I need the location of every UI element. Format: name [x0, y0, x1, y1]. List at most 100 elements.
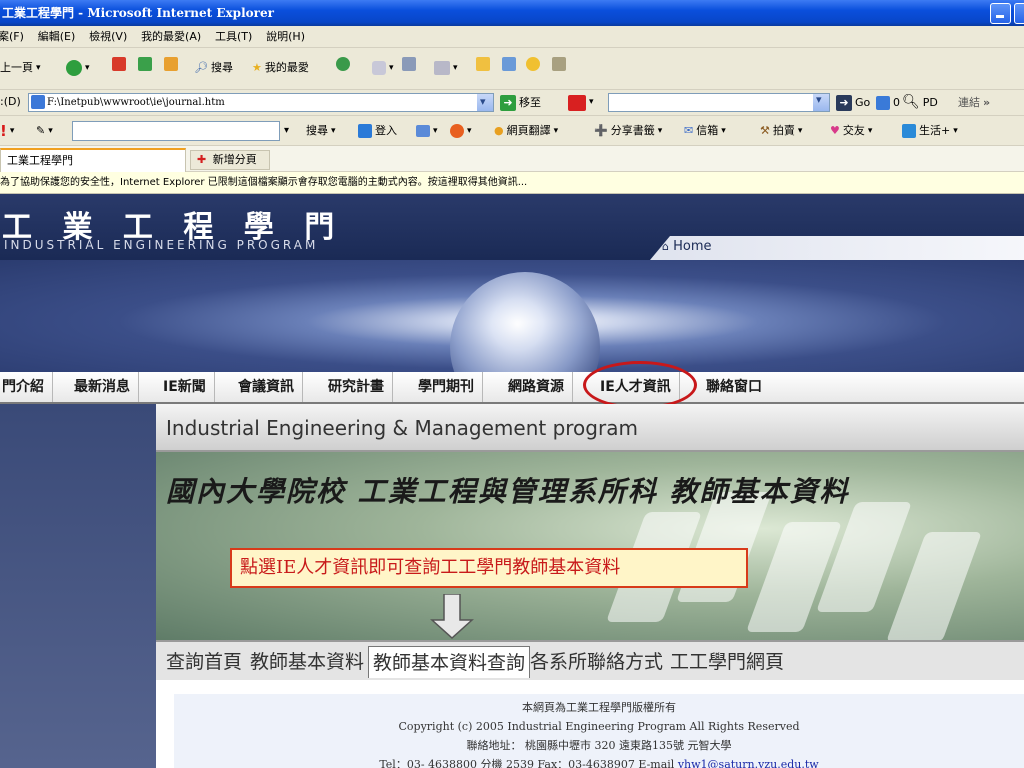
research-button[interactable] [552, 57, 566, 71]
main-nav: 門介紹 最新消息 IE新聞 會議資訊 研究計畫 學門期刊 網路資源 IE人才資訊… [0, 372, 1024, 404]
menu-tools[interactable]: 工具(T) [215, 26, 252, 48]
history-button[interactable] [336, 57, 350, 71]
plus-icon: ✚ [197, 153, 207, 166]
menu-view[interactable]: 檢視(V) [89, 26, 127, 48]
bookmarks-button[interactable]: ➕ 分享書籤 ▾ [594, 123, 662, 139]
translate-icon: ● [494, 124, 504, 137]
nav-intro[interactable]: 門介紹 [0, 372, 53, 402]
bookmark-icon: ➕ [594, 124, 608, 137]
yahoo-menu-button[interactable]: ! ▾ [0, 123, 14, 139]
window-title: 工業工程學門 - Microsoft Internet Explorer [2, 6, 274, 20]
favorites-button[interactable]: ★ 我的最愛 [252, 57, 309, 79]
layout-button[interactable]: ▾ [416, 123, 438, 139]
window-titlebar: 工業工程學門 - Microsoft Internet Explorer [0, 0, 1024, 26]
search-button[interactable]: 🔎︎ 搜尋 [194, 57, 233, 79]
translate-button[interactable]: ● 網頁翻譯 ▾ [494, 123, 558, 139]
globe-banner [0, 260, 1024, 372]
refresh-icon [138, 57, 152, 71]
maximize-button[interactable] [1014, 3, 1024, 24]
go-label: 移至 [519, 96, 541, 109]
refresh-button[interactable] [138, 57, 152, 71]
go2-button[interactable]: ➜ Go [836, 93, 870, 112]
folder-button[interactable] [476, 57, 490, 71]
home-link[interactable]: ⌂ Home [662, 239, 712, 254]
yahoo-exclaim-icon: ! [0, 122, 7, 140]
nav-research[interactable]: 研究計畫 [320, 372, 393, 402]
life-label: 生活+ [919, 124, 951, 137]
footer: 本網頁為工業工程學門版權所有 Copyright (c) 2005 Indust… [174, 694, 1024, 768]
edit-button[interactable]: ▾ [434, 57, 458, 79]
subnav-query-home[interactable]: 查詢首頁 [162, 646, 246, 678]
home-icon-small: ⌂ [662, 240, 669, 253]
favorites-label: 我的最愛 [264, 61, 309, 74]
forward-button[interactable]: ▾ [66, 57, 90, 79]
messenger-button[interactable] [502, 57, 516, 71]
life-button[interactable]: 生活+ ▾ [902, 123, 958, 139]
back-label: 上一頁 [0, 61, 33, 74]
history-icon [336, 57, 350, 71]
links-button[interactable]: 連結» [958, 93, 990, 112]
mail-button[interactable]: ▾ [372, 57, 394, 79]
nav-contact[interactable]: 聯絡窗口 [698, 372, 770, 402]
footer-phone: Tel：03- 4638800 分機 2539 Fax：03-4638907 E… [379, 758, 675, 768]
menu-edit[interactable]: 編輯(E) [38, 26, 76, 48]
yahoo-mail-button[interactable]: ✉ 信箱 ▾ [684, 123, 726, 139]
back-button[interactable]: 上一頁 ▾ [0, 57, 41, 79]
go2-arrow-icon: ➜ [836, 94, 852, 111]
nav-journals[interactable]: 學門期刊 [410, 372, 483, 402]
nav-news[interactable]: 最新消息 [66, 372, 139, 402]
security-infobar[interactable]: 為了協助保護您的安全性，Internet Explorer 已限制這個檔案顯示會… [0, 172, 1024, 194]
tab-active[interactable]: 工業工程學門 [0, 148, 186, 172]
menu-favorites[interactable]: 我的最愛(A) [141, 26, 201, 48]
menu-file[interactable]: 案(F) [0, 26, 24, 48]
friends-button[interactable]: ♥ 交友 ▾ [830, 123, 872, 139]
edit-icon [434, 61, 450, 75]
popup-button[interactable]: ▾ [450, 123, 472, 139]
menu-help[interactable]: 說明(H) [266, 26, 305, 48]
toolbar-search-dropdown-icon[interactable] [813, 93, 829, 111]
yahoo-search-input[interactable] [72, 121, 280, 141]
address-dropdown-icon[interactable] [477, 93, 493, 111]
footer-contact: Tel：03- 4638800 分機 2539 Fax：03-4638907 E… [174, 755, 1024, 768]
highlight-button[interactable]: ✎ ▾ [36, 123, 53, 139]
yahoo-search-dropdown[interactable]: ▾ [284, 123, 289, 139]
login-button[interactable]: 登入 [358, 123, 397, 139]
yahoo-search-button[interactable]: 搜尋 ▾ [306, 123, 336, 139]
subnav-dept-contact[interactable]: 各系所聯絡方式 [526, 646, 667, 678]
nav-resources[interactable]: 網路資源 [500, 372, 573, 402]
site-subtitle: INDUSTRIAL ENGINEERING PROGRAM [4, 238, 319, 252]
subnav-ie-website[interactable]: 工工學門網頁 [666, 646, 788, 678]
counter-button[interactable]: 0 [876, 93, 900, 112]
menu-bar: 案(F) 編輯(E) 檢視(V) 我的最愛(A) 工具(T) 說明(H) [0, 26, 1024, 48]
footer-email-link[interactable]: yhw1@saturn.yzu.edu.tw [678, 758, 819, 768]
auction-button[interactable]: ⚒ 拍賣 ▾ [760, 123, 802, 139]
nav-conferences[interactable]: 會議資訊 [230, 372, 303, 402]
subnav-faculty-data[interactable]: 教師基本資料 [246, 646, 368, 678]
minimize-button[interactable] [990, 3, 1011, 24]
address-input[interactable]: F:\Inetpub\wwwroot\ie\journal.htm [28, 93, 494, 112]
folder-icon [476, 57, 490, 71]
home-icon [164, 57, 178, 71]
yahoo-icon [568, 94, 586, 111]
counter-value: 0 [893, 96, 900, 109]
go-button[interactable]: ➜ 移至 [500, 93, 541, 112]
nav-ie-news[interactable]: IE新聞 [155, 372, 215, 402]
highlight-circle [583, 361, 697, 409]
print-icon [402, 57, 416, 71]
subnav-faculty-query[interactable]: 教師基本資料查詢 [368, 646, 531, 678]
friends-label: 交友 [842, 124, 865, 137]
mail-icon [372, 61, 386, 75]
messenger-icon [502, 57, 516, 71]
stop-icon [112, 57, 126, 71]
pd-button[interactable]: 🔍︎ PD [902, 93, 938, 112]
stop-button[interactable] [112, 57, 126, 71]
star-icon: ★ [252, 61, 262, 74]
toolbar-search-input[interactable] [608, 93, 830, 112]
smiley-button[interactable] [526, 57, 540, 71]
yahoo-mail-label: 信箱 [696, 124, 719, 137]
print-button[interactable] [402, 57, 416, 71]
yahoo-logo-button[interactable]: ▾ [568, 93, 594, 112]
footer-copyright-en: Copyright (c) 2005 Industrial Engineerin… [398, 720, 800, 733]
new-tab-button[interactable]: ✚ 新增分頁 [190, 150, 270, 170]
home-button[interactable] [164, 57, 178, 71]
